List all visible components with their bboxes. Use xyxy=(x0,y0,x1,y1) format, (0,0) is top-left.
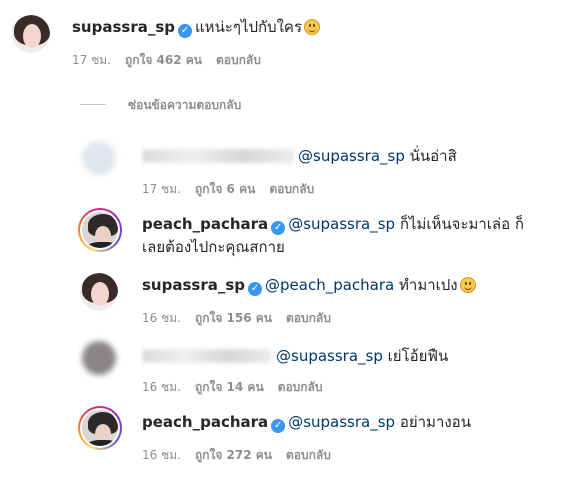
story-ring-avatar[interactable] xyxy=(78,406,122,450)
comment-likes[interactable]: ถูกใจ 14 คน xyxy=(195,380,264,394)
comment-time[interactable]: 16 ชม. xyxy=(142,311,181,325)
verified-badge-icon: ✓ xyxy=(271,221,286,235)
reply-button[interactable]: ตอบกลับ xyxy=(278,380,323,394)
comment-likes[interactable]: ถูกใจ 272 คน xyxy=(195,448,272,462)
comment-time[interactable]: 16 ชม. xyxy=(142,380,181,394)
divider xyxy=(80,104,106,105)
avatar[interactable] xyxy=(12,15,50,53)
comment-text: ทำมาเปง xyxy=(394,276,458,294)
comment-text: อย่ามางอน xyxy=(395,413,471,431)
comment-time[interactable]: 17 ชม. xyxy=(72,53,111,67)
comment-likes[interactable]: ถูกใจ 462 คน xyxy=(125,53,202,67)
redacted-username xyxy=(142,149,294,163)
reply-button[interactable]: ตอบกลับ xyxy=(216,53,261,67)
reply-button[interactable]: ตอบกลับ xyxy=(286,448,331,462)
comment-text: เย่โอ้ยฟืน xyxy=(382,347,449,365)
comment-time[interactable]: 17 ชม. xyxy=(142,182,181,196)
comment-text: ก็ไม่เห็นจะมาเล่อ ก็ xyxy=(395,215,524,233)
hide-replies-button[interactable]: ซ่อนข้อความตอบกลับ xyxy=(80,96,241,115)
redacted-username xyxy=(142,349,272,363)
reply-button[interactable]: ตอบกลับ xyxy=(286,311,331,325)
comment-username[interactable]: supassra_sp xyxy=(142,276,245,294)
comment-username[interactable]: peach_pachara xyxy=(142,215,268,233)
avatar[interactable] xyxy=(82,341,116,375)
comment-text-continued: เลยต้องไปกะคุณสกาย xyxy=(142,238,285,256)
comment-text: แหน่ะๆไปกับใคร xyxy=(195,18,303,36)
comment-likes[interactable]: ถูกใจ 156 คน xyxy=(195,311,272,325)
avatar[interactable] xyxy=(80,273,118,311)
reply-button[interactable]: ตอบกลับ xyxy=(269,182,314,196)
comment-username[interactable]: peach_pachara xyxy=(142,413,268,431)
verified-badge-icon: ✓ xyxy=(178,24,193,38)
comment-username[interactable]: supassra_sp xyxy=(72,18,175,36)
comment-text: นั่นอ่าสิ xyxy=(404,147,457,165)
mention-link[interactable]: @supassra_sp xyxy=(288,413,395,431)
smiling-face-emoji-icon xyxy=(459,277,476,293)
mention-link[interactable]: @supassra_sp xyxy=(288,215,395,233)
mention-link[interactable]: @supassra_sp xyxy=(276,347,383,365)
story-ring-avatar[interactable] xyxy=(78,208,122,252)
verified-badge-icon: ✓ xyxy=(248,282,263,296)
mention-link[interactable]: @supassra_sp xyxy=(298,147,405,165)
comment-likes[interactable]: ถูกใจ 6 คน xyxy=(195,182,255,196)
comment-time[interactable]: 16 ชม. xyxy=(142,448,181,462)
avatar[interactable] xyxy=(82,141,116,175)
smiling-face-emoji-icon xyxy=(304,19,321,35)
verified-badge-icon: ✓ xyxy=(271,419,286,433)
mention-link[interactable]: @peach_pachara xyxy=(265,276,394,294)
